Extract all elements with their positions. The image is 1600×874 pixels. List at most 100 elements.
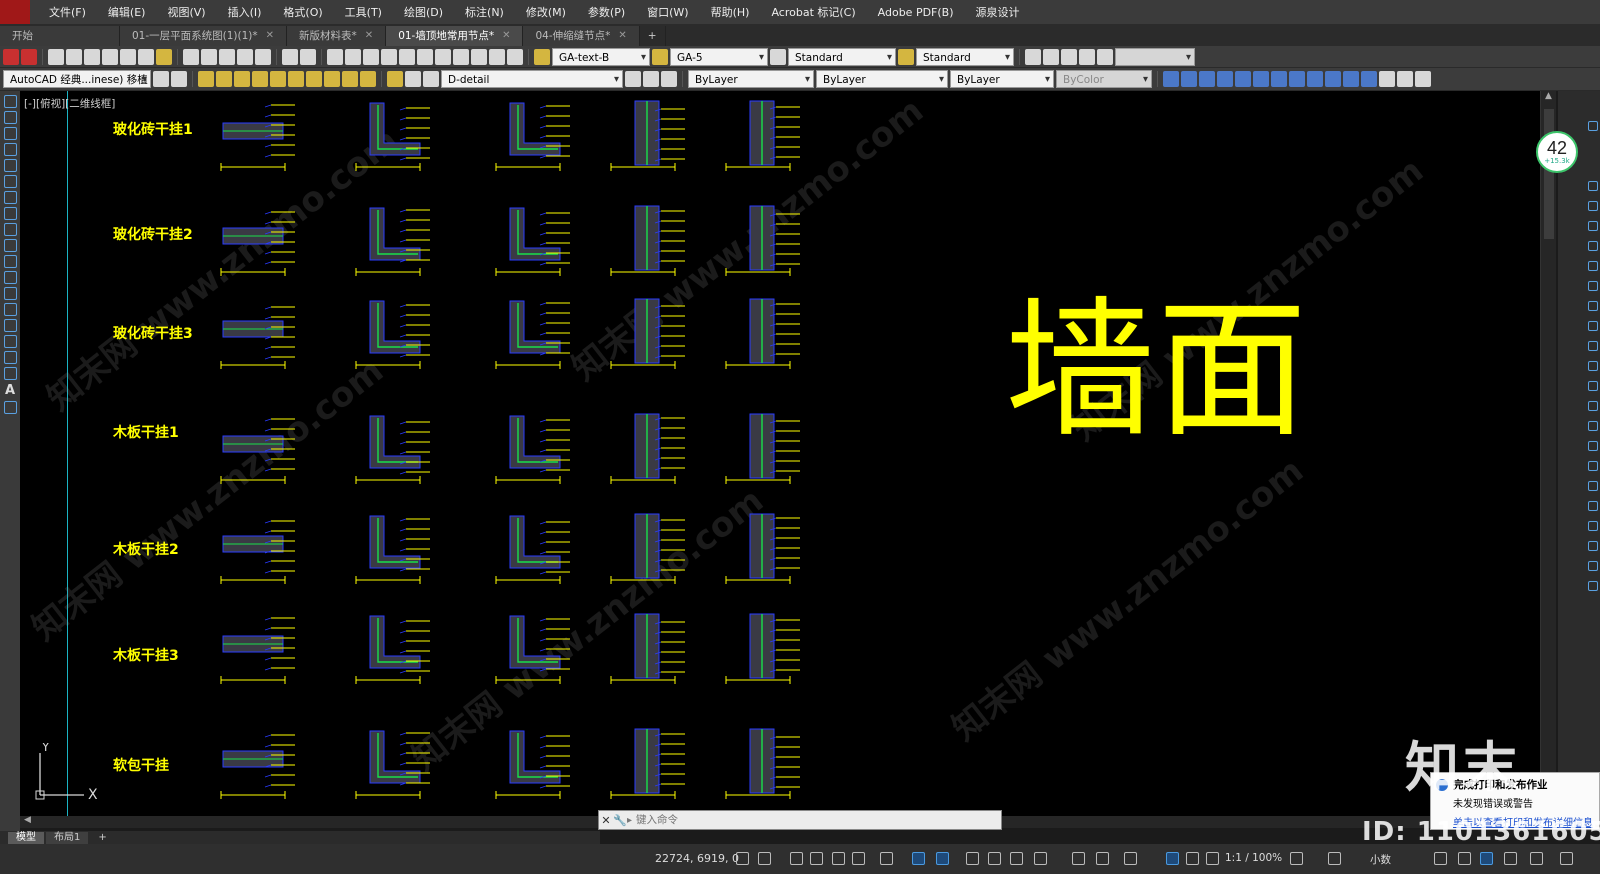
polygon-icon[interactable] (3, 143, 17, 156)
close-command-line-icon[interactable]: ✕ (599, 814, 613, 827)
layer-merge-icon[interactable] (342, 71, 358, 87)
layer-select[interactable]: D-detail (441, 70, 623, 88)
add-selected-icon[interactable] (3, 401, 17, 414)
ellipse-icon[interactable] (3, 239, 17, 252)
break-icon[interactable] (1588, 381, 1598, 391)
pdf-icon[interactable] (3, 48, 19, 65)
menu-draw[interactable]: 绘图(D) (393, 4, 454, 20)
layer-match-icon[interactable] (324, 71, 340, 87)
hardware-acceleration-icon[interactable] (1504, 852, 1517, 865)
calculator-icon[interactable] (489, 48, 505, 65)
pdf-export-icon[interactable] (21, 48, 37, 65)
text-style-select[interactable]: GA-text-B (552, 47, 650, 66)
cad-detail-drawing[interactable] (215, 606, 303, 686)
cad-detail-drawing[interactable] (350, 506, 438, 586)
units-select[interactable]: 小数 (1370, 852, 1391, 867)
plot-notification-balloon[interactable]: 完成打印和发布作业 未发现错误或警告 单击以查看打印和发布详细信息 (1430, 772, 1600, 830)
publish-icon[interactable] (138, 48, 154, 65)
color-select[interactable]: ByLayer (688, 70, 814, 88)
object-snap-icon[interactable] (936, 852, 949, 865)
aligned-dimension-icon[interactable] (1181, 71, 1197, 87)
menu-edit[interactable]: 编辑(E) (97, 4, 157, 20)
close-icon[interactable]: ✕ (266, 26, 274, 46)
menu-adobe-pdf[interactable]: Adobe PDF(B) (867, 6, 965, 19)
rectangle-icon[interactable] (3, 159, 17, 172)
lock-icon[interactable] (423, 71, 439, 87)
menu-modify[interactable]: 修改(M) (515, 4, 577, 20)
ellipse-arc-icon[interactable] (3, 255, 17, 268)
dimension-update-icon[interactable] (1415, 71, 1431, 87)
cad-detail-drawing[interactable] (605, 291, 693, 371)
modify-tool-icon[interactable] (1588, 581, 1598, 591)
tab-wall-ceiling-floor-nodes[interactable]: 01-墙顶地常用节点* ✕ (386, 26, 524, 46)
dynamic-ucs-icon[interactable] (1072, 852, 1085, 865)
trim-icon[interactable] (1588, 341, 1598, 351)
layer-previous-icon[interactable] (643, 71, 659, 87)
workspace-gear-icon[interactable] (171, 71, 187, 87)
insert-block-icon[interactable] (3, 271, 17, 284)
match-properties-icon[interactable] (237, 48, 253, 65)
array-icon[interactable] (1588, 241, 1598, 251)
cad-detail-drawing[interactable] (490, 291, 578, 371)
new-tab-button[interactable]: + (640, 26, 666, 46)
selection-cycling-icon[interactable] (1010, 852, 1023, 865)
cad-detail-drawing[interactable] (605, 93, 693, 173)
zoom-window-icon[interactable] (363, 48, 379, 65)
close-icon[interactable]: ✕ (618, 26, 626, 46)
menu-format[interactable]: 格式(O) (272, 4, 333, 20)
layer-freeze-icon[interactable] (288, 71, 304, 87)
cad-detail-drawing[interactable] (490, 721, 578, 801)
cad-detail-drawing[interactable] (490, 93, 578, 173)
multiline-text-icon[interactable]: A (5, 383, 15, 398)
cad-detail-drawing[interactable] (215, 93, 303, 173)
tab-model[interactable]: 模型 (8, 831, 44, 844)
hatch-icon[interactable] (3, 319, 17, 332)
rotate-icon[interactable] (1588, 281, 1598, 291)
layer-walk-icon[interactable] (661, 71, 677, 87)
isolate-objects-icon[interactable] (1480, 852, 1493, 865)
workspace-settings-icon[interactable] (153, 71, 169, 87)
revision-cloud-icon[interactable] (3, 207, 17, 220)
modify-tool-icon[interactable] (1588, 481, 1598, 491)
auto-scale-icon[interactable] (1186, 852, 1199, 865)
modify-tool-icon[interactable] (1588, 521, 1598, 531)
menu-acrobat-markup[interactable]: Acrobat 标记(C) (760, 4, 866, 20)
cad-detail-drawing[interactable] (605, 606, 693, 686)
customization-icon[interactable] (1560, 852, 1573, 865)
radius-dimension-icon[interactable] (1235, 71, 1251, 87)
mirror-icon[interactable] (1588, 201, 1598, 211)
cad-detail-drawing[interactable] (215, 198, 303, 278)
tab-expansion-joint-nodes[interactable]: 04-伸缩缝节点* ✕ (523, 26, 640, 46)
cad-detail-drawing[interactable] (490, 406, 578, 486)
zoom-realtime-icon[interactable] (345, 48, 361, 65)
copy-icon[interactable] (201, 48, 217, 65)
cad-detail-drawing[interactable] (215, 506, 303, 586)
cad-detail-drawing[interactable] (490, 506, 578, 586)
scale-icon[interactable] (1588, 301, 1598, 311)
lineweight-icon[interactable] (966, 852, 979, 865)
layer-tool-icon[interactable] (1097, 48, 1113, 65)
quick-dimension-icon[interactable] (1307, 71, 1323, 87)
join-icon[interactable] (1588, 401, 1598, 411)
close-icon[interactable]: ✕ (365, 26, 373, 46)
quick-properties-icon[interactable] (1434, 852, 1447, 865)
jogged-dimension-icon[interactable] (1253, 71, 1269, 87)
lock-ui-icon[interactable] (1458, 852, 1471, 865)
menu-parametric[interactable]: 参数(P) (577, 4, 636, 20)
extend-icon[interactable] (1588, 361, 1598, 371)
diameter-dimension-icon[interactable] (1271, 71, 1287, 87)
3d-object-snap-icon[interactable] (1034, 852, 1047, 865)
lightbulb-icon[interactable] (387, 71, 403, 87)
notification-counter-badge[interactable]: 42 +15.3k (1536, 131, 1578, 173)
make-block-icon[interactable] (3, 287, 17, 300)
paste-icon[interactable] (219, 48, 235, 65)
angular-dimension-icon[interactable] (1289, 71, 1305, 87)
cad-detail-drawing[interactable] (720, 606, 808, 686)
chamfer-icon[interactable] (1588, 421, 1598, 431)
cad-detail-drawing[interactable] (350, 606, 438, 686)
layer-tool-icon[interactable] (1061, 48, 1077, 65)
scroll-left-icon[interactable]: ◀ (24, 815, 31, 825)
menu-insert[interactable]: 插入(I) (217, 4, 273, 20)
clean-screen-icon[interactable] (1530, 852, 1543, 865)
linetype-select[interactable]: ByLayer (816, 70, 948, 88)
